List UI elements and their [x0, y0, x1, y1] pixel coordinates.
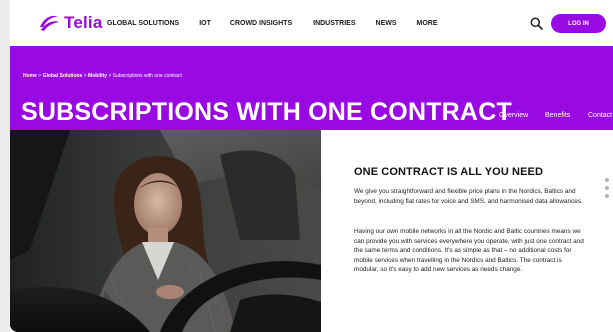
breadcrumb-separator: > [38, 73, 42, 79]
site-header: Telia GLOBAL SOLUTIONS IOT CROWD INSIGHT… [10, 0, 613, 46]
intro-paragraph: We give you straightforward and flexible… [354, 188, 583, 205]
nav-item-iot[interactable]: IOT [199, 20, 211, 27]
pager-dot[interactable] [605, 186, 609, 190]
details-paragraph: Having our own mobile networks in all th… [354, 228, 584, 274]
window-edge [0, 0, 10, 332]
breadcrumb-global-solutions[interactable]: Global Solutions [43, 73, 83, 79]
page-title: SUBSCRIPTIONS WITH ONE CONTRACT [21, 98, 512, 126]
carousel-pager [605, 178, 609, 198]
content-section: ONE CONTRACT IS ALL YOU NEED We give you… [321, 130, 613, 332]
telia-logo[interactable]: Telia [38, 13, 102, 33]
nav-item-crowd-insights[interactable]: CROWD INSIGHTS [230, 20, 292, 27]
subnav-overview[interactable]: Overview [499, 112, 528, 119]
browser-frame: Telia GLOBAL SOLUTIONS IOT CROWD INSIGHT… [0, 0, 613, 332]
breadcrumb-separator: > [108, 73, 112, 79]
subnav-contact[interactable]: Contact [588, 112, 612, 119]
breadcrumb-current: Subscriptions with one contract [112, 73, 182, 79]
nav-item-industries[interactable]: INDUSTRIES [313, 20, 355, 27]
pager-dot[interactable] [605, 194, 609, 198]
nav-item-more[interactable]: MORE [417, 20, 438, 27]
hero-banner: Home > Global Solutions > Mobility > Sub… [10, 46, 613, 130]
main-nav: GLOBAL SOLUTIONS IOT CROWD INSIGHTS INDU… [107, 20, 438, 27]
photo-illustration [10, 130, 321, 332]
nav-item-news[interactable]: NEWS [376, 20, 397, 27]
pager-dot[interactable] [605, 178, 609, 182]
breadcrumb-separator: > [83, 73, 87, 79]
hero-photo-woman-in-car [10, 130, 321, 332]
subnav-benefits[interactable]: Benefits [545, 112, 570, 119]
logo-text: Telia [64, 13, 103, 32]
breadcrumb: Home > Global Solutions > Mobility > Sub… [23, 73, 182, 79]
search-icon[interactable] [530, 17, 543, 30]
telia-pebble-logo-icon [40, 15, 59, 31]
breadcrumb-mobility[interactable]: Mobility [88, 73, 107, 79]
nav-item-global-solutions[interactable]: GLOBAL SOLUTIONS [107, 20, 179, 27]
section-heading: ONE CONTRACT IS ALL YOU NEED [354, 166, 543, 178]
login-button[interactable]: LOG IN [551, 14, 606, 33]
breadcrumb-home[interactable]: Home [23, 73, 37, 79]
